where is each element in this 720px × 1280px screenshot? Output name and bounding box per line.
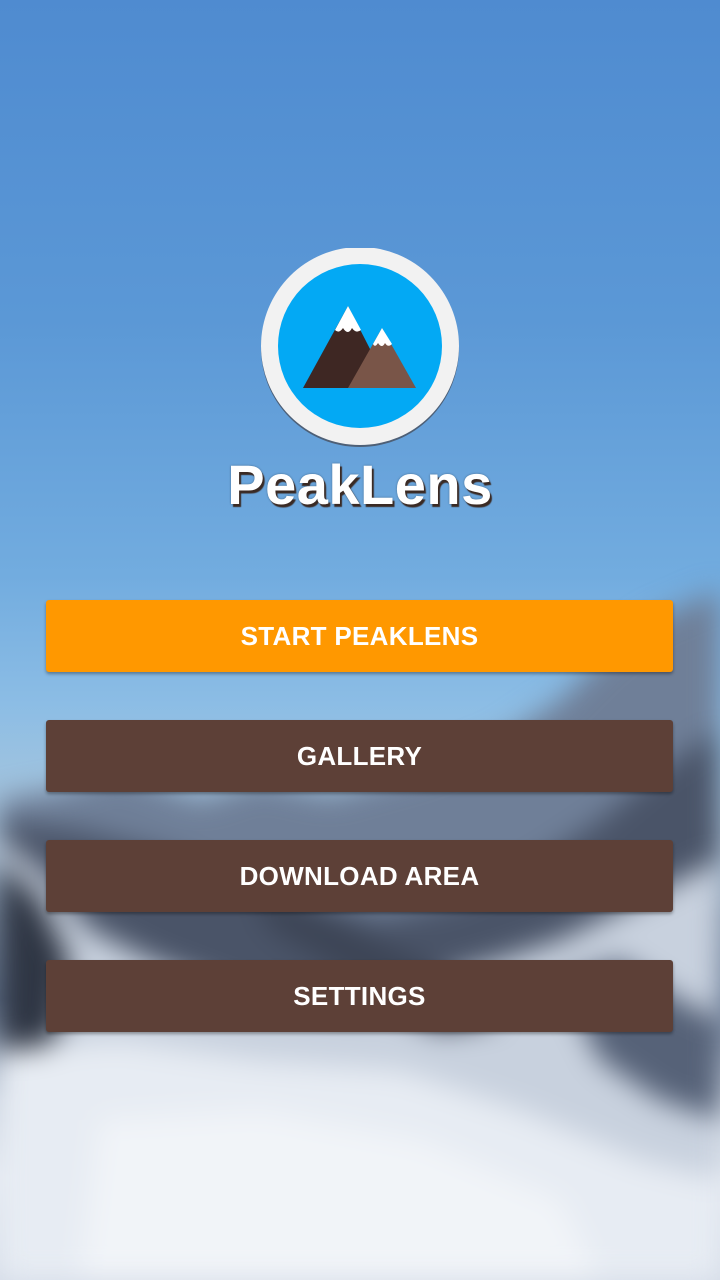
gallery-button[interactable]: GALLERY — [46, 720, 673, 792]
download-area-button[interactable]: DOWNLOAD AREA — [46, 840, 673, 912]
app-title: PeakLens — [227, 453, 493, 516]
settings-button[interactable]: SETTINGS — [46, 960, 673, 1032]
start-peaklens-button[interactable]: START PEAKLENS — [46, 600, 673, 672]
main-screen: PeakLens START PEAKLENS GALLERY DOWNLOAD… — [0, 0, 720, 1280]
mountain-logo-icon — [261, 247, 459, 447]
app-logo — [260, 247, 460, 448]
